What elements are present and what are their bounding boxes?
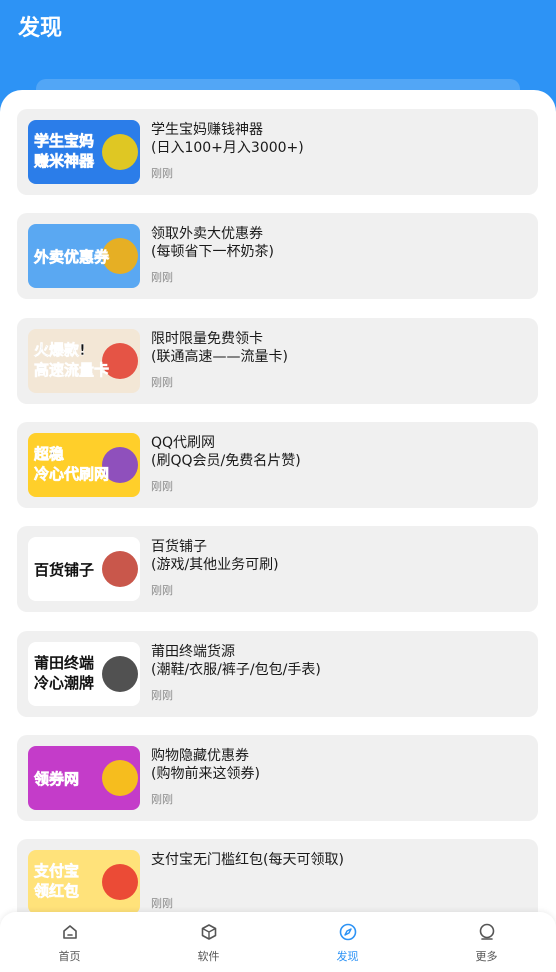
box-icon (199, 922, 219, 942)
bottom-tab-bar: 首页 软件 发现 更多 (0, 912, 556, 972)
thumbnail-image: 超稳冷心代刷网 (28, 432, 140, 497)
list-item[interactable]: 超稳冷心代刷网 QQ代刷网 (刷QQ会员/免费名片赞) 刚刚 (17, 421, 538, 508)
thumbnail-image: 领券网 (28, 745, 140, 810)
tab-label: 软件 (197, 950, 220, 963)
item-timestamp: 刚刚 (151, 584, 173, 598)
thumbnail-text: 百货铺子 (34, 561, 94, 579)
tab-label: 发现 (336, 950, 359, 963)
thumbnail-image: 百货铺子 (28, 537, 140, 602)
item-subtitle: (潮鞋/衣服/裤子/包包/手表) (151, 661, 321, 678)
list-item[interactable]: 学生宝妈 赚米神器 学生宝妈赚钱神器 (日入100+月入3000+) 刚刚 (17, 109, 538, 195)
item-title: 购物隐藏优惠券 (151, 747, 249, 764)
item-thumbnail: 莆田终端 冷心潮牌 (28, 641, 140, 706)
thumbnail-text: 赚米神器 (33, 152, 95, 170)
thumbnail-illustration (102, 759, 138, 796)
item-title: 百货铺子 (151, 539, 207, 556)
thumbnail-illustration (102, 864, 138, 901)
item-thumbnail: 超稳 冷心代刷网 (28, 432, 140, 497)
home-icon (60, 922, 80, 942)
item-timestamp: 刚刚 (151, 271, 173, 285)
page-title: 发现 (18, 16, 63, 41)
item-title: 支付宝无门槛红包(每天可领取) (151, 852, 344, 869)
item-subtitle: (刷QQ会员/免费名片赞) (151, 452, 301, 469)
list-item[interactable]: 外卖优惠券 领取外卖大优惠券 (每顿省下一杯奶茶) 刚刚 (17, 213, 538, 300)
item-thumbnail: 外卖优惠券 (28, 224, 140, 289)
list-item[interactable]: 火爆款! 高速流量卡 限时限量免费领卡 (联通高速——流量卡) 刚刚 (17, 317, 538, 404)
compass-icon (338, 922, 358, 942)
thumbnail-image: 莆田终端冷心潮牌 (28, 641, 140, 706)
item-timestamp: 刚刚 (151, 792, 173, 806)
thumbnail-text: 学生宝妈 (34, 132, 94, 150)
thumbnail-text: 高速流量卡 (34, 361, 109, 379)
item-timestamp: 刚刚 (151, 688, 173, 702)
thumbnail-image: 学生宝妈赚米神器 (28, 120, 140, 184)
item-timestamp: 刚刚 (151, 375, 173, 389)
thumbnail-image: 火爆款! 高速流量卡 (28, 328, 140, 393)
thumbnail-text: 莆田终端 (34, 654, 94, 672)
thumbnail-text: 支付宝 (33, 862, 79, 880)
thumbnail-text: 冷心代刷网 (34, 465, 109, 483)
list-item[interactable]: 莆田终端 冷心潮牌 莆田终端货源 (潮鞋/衣服/裤子/包包/手表) 刚刚 (17, 630, 538, 717)
item-subtitle: (日入100+月入3000+) (151, 140, 304, 156)
item-subtitle: (游戏/其他业务可刷) (151, 557, 279, 574)
item-timestamp: 刚刚 (151, 167, 173, 180)
thumbnail-text: 领红包 (33, 882, 79, 900)
item-subtitle: (购物前来这领券) (151, 765, 260, 782)
thumbnail-illustration (102, 134, 138, 170)
item-title: 莆田终端货源 (151, 643, 235, 660)
item-subtitle: (每顿省下一杯奶茶) (151, 244, 274, 261)
item-thumbnail: 火爆款! 高速流量卡 (28, 328, 140, 393)
tab-discover[interactable]: 发现 (278, 912, 417, 972)
thumbnail-illustration (102, 551, 138, 588)
tab-more[interactable]: 更多 (417, 912, 556, 972)
item-timestamp: 刚刚 (151, 897, 173, 911)
item-title: 学生宝妈赚钱神器 (151, 122, 263, 138)
more-icon (477, 922, 497, 942)
thumbnail-illustration (102, 655, 138, 692)
item-thumbnail: 学生宝妈 赚米神器 (28, 120, 140, 184)
tab-label: 首页 (58, 950, 81, 963)
thumbnail-text: 火爆款! (34, 341, 86, 359)
thumbnail-text: 领券网 (33, 770, 79, 788)
item-subtitle: (联通高速——流量卡) (151, 348, 288, 365)
item-thumbnail: 百货铺子 (28, 537, 140, 602)
tab-home[interactable]: 首页 (0, 912, 139, 972)
item-thumbnail: 支付宝 领红包 (28, 850, 140, 915)
list-item[interactable]: 支付宝 领红包 支付宝无门槛红包(每天可领取) 刚刚 (17, 839, 538, 920)
content-sheet: 学生宝妈 赚米神器 学生宝妈赚钱神器 (日入100+月入3000+) 刚刚 外卖优惠券 领取… (0, 90, 556, 920)
item-title: 领取外卖大优惠券 (151, 226, 263, 243)
item-timestamp: 刚刚 (151, 479, 173, 493)
item-title: 限时限量免费领卡 (151, 330, 263, 347)
thumbnail-text: 超稳 (33, 445, 64, 463)
thumbnail-image: 外卖优惠券 (28, 224, 140, 289)
thumbnail-text: 冷心潮牌 (34, 674, 94, 692)
list-item[interactable]: 百货铺子 百货铺子 (游戏/其他业务可刷) 刚刚 (17, 526, 538, 613)
item-title: QQ代刷网 (151, 434, 216, 451)
list-item[interactable]: 领券网 购物隐藏优惠券 (购物前来这领券) 刚刚 (17, 734, 538, 821)
item-thumbnail: 领券网 (28, 745, 140, 810)
tab-label: 更多 (475, 950, 498, 963)
thumbnail-text: 外卖优惠券 (33, 248, 110, 266)
thumbnail-image: 支付宝领红包 (28, 850, 140, 915)
tab-software[interactable]: 软件 (139, 912, 278, 972)
